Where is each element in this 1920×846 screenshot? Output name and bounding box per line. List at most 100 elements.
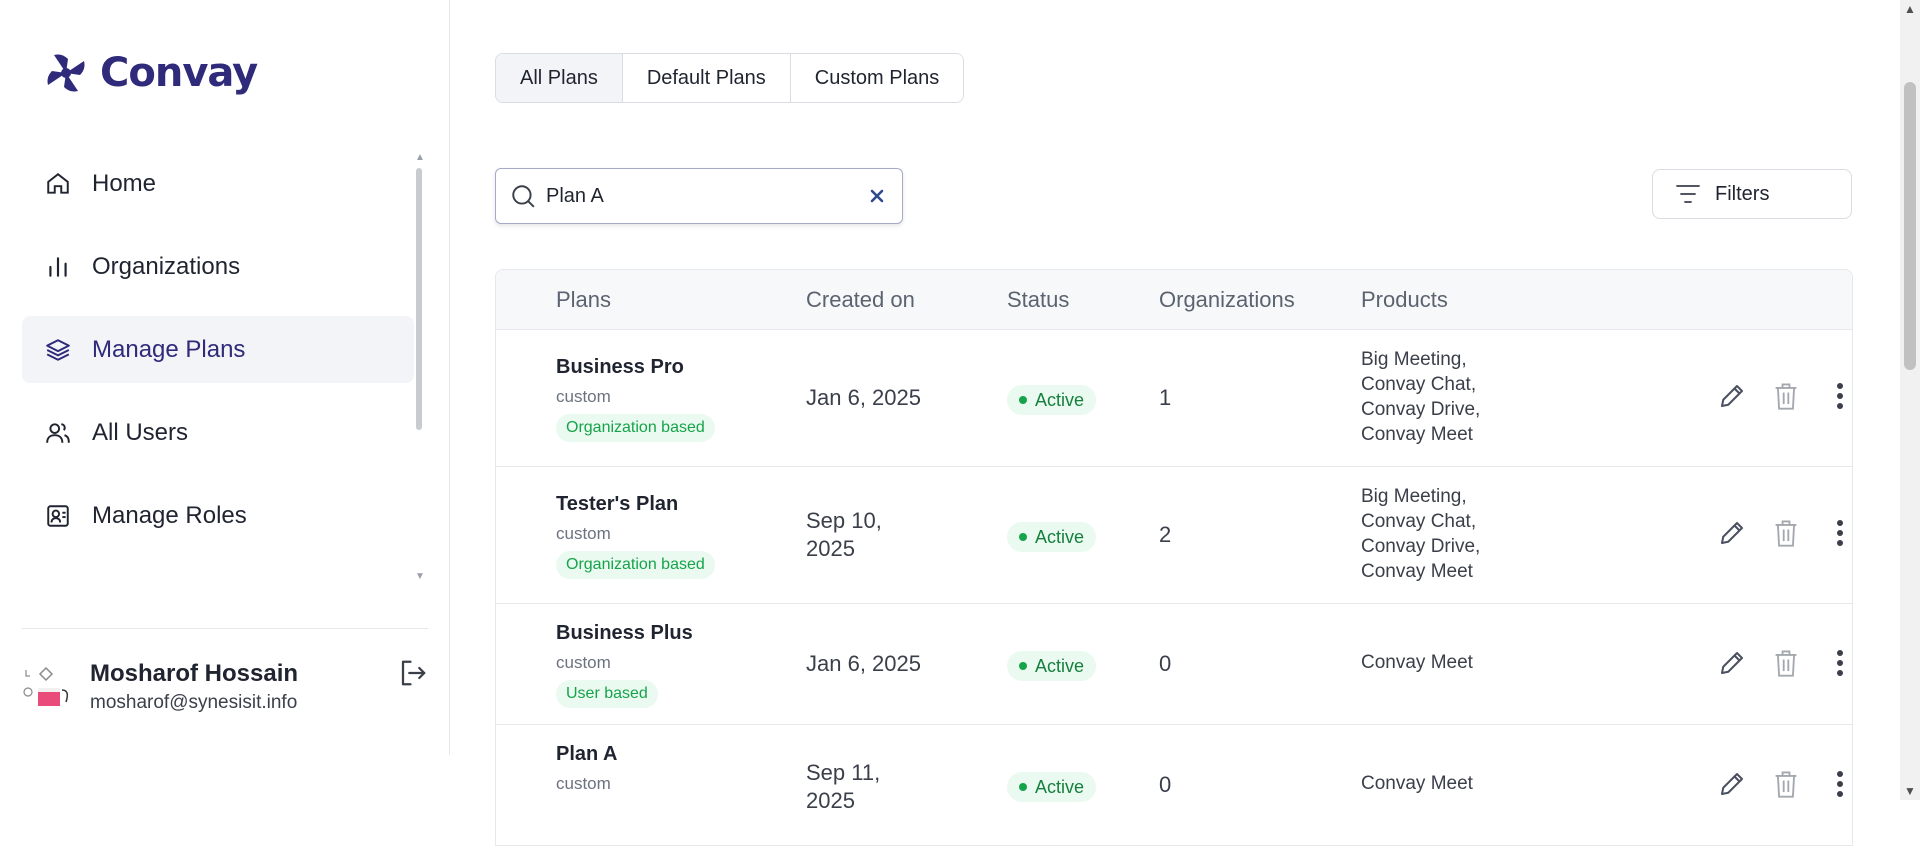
scroll-down-icon[interactable]: ▼ <box>415 571 425 582</box>
sidebar-item-organizations[interactable]: Organizations <box>22 233 414 300</box>
table-row[interactable]: Business Plus custom User based Jan 6, 2… <box>496 604 1852 725</box>
table-row[interactable]: Business Pro custom Organization based J… <box>496 330 1852 467</box>
convay-logo-icon <box>47 54 85 92</box>
trash-icon <box>1775 771 1797 798</box>
plan-name[interactable]: Business Plus <box>556 622 693 645</box>
main-content: All Plans Default Plans Custom Plans Fil… <box>450 0 1900 846</box>
filters-button[interactable]: Filters <box>1652 169 1852 219</box>
products-list: Big Meeting, Convay Chat, Convay Drive, … <box>1361 347 1480 447</box>
plan-name[interactable]: Plan A <box>556 743 618 766</box>
home-icon <box>44 170 72 198</box>
logout-icon <box>401 660 426 686</box>
column-header-status[interactable]: Status <box>1007 287 1069 313</box>
sidebar-item-manage-roles[interactable]: Manage Roles <box>22 482 414 549</box>
profile-email: mosharof@synesisit.info <box>90 692 298 713</box>
column-header-plans[interactable]: Plans <box>556 287 611 313</box>
created-date: Jan 6, 2025 <box>806 385 921 410</box>
created-date-line: 2025 <box>806 536 855 561</box>
product-item: Convay Meet <box>1361 773 1473 794</box>
avatar[interactable] <box>22 660 76 714</box>
logout-button[interactable] <box>398 658 428 688</box>
plans-table: Plans Created on Status Organizations Pr… <box>495 269 1853 846</box>
delete-button[interactable] <box>1770 380 1802 412</box>
status-label: Active <box>1035 526 1085 547</box>
column-header-created-on[interactable]: Created on <box>806 287 915 313</box>
column-header-products[interactable]: Products <box>1361 287 1448 313</box>
scroll-up-icon[interactable]: ▲ <box>415 152 425 163</box>
scrollbar-thumb[interactable] <box>416 168 422 430</box>
pencil-icon <box>1721 522 1743 544</box>
plan-type: custom <box>556 653 611 672</box>
delete-button[interactable] <box>1770 647 1802 679</box>
plan-name[interactable]: Business Pro <box>556 356 684 379</box>
plan-tabs: All Plans Default Plans Custom Plans <box>495 53 965 103</box>
delete-button[interactable] <box>1770 517 1802 549</box>
sidebar-item-all-users[interactable]: All Users <box>22 399 414 466</box>
status-badge: Active <box>1007 772 1097 802</box>
more-options-button[interactable] <box>1824 380 1852 412</box>
status-dot-icon <box>1019 783 1027 791</box>
table-row[interactable]: Tester's Plan custom Organization based … <box>496 467 1852 604</box>
delete-button[interactable] <box>1770 768 1802 800</box>
status-badge: Active <box>1007 651 1097 681</box>
row-actions <box>1716 647 1852 679</box>
clear-search-button[interactable] <box>866 185 888 207</box>
pencil-icon <box>1721 652 1743 674</box>
search-input[interactable] <box>546 184 866 208</box>
profile-text: Mosharof Hossain mosharof@synesisit.info <box>90 660 298 714</box>
plan-basis-badge: Organization based <box>556 414 715 442</box>
more-options-button[interactable] <box>1824 647 1852 679</box>
sidebar-item-label: Manage Plans <box>92 335 246 363</box>
product-item: Big Meeting, <box>1361 349 1467 370</box>
more-options-button[interactable] <box>1824 768 1852 800</box>
search-icon <box>512 185 535 208</box>
scroll-down-icon[interactable]: ▼ <box>1904 784 1916 798</box>
tab-custom-plans[interactable]: Custom Plans <box>790 54 964 102</box>
organizations-count: 2 <box>1159 522 1172 547</box>
kebab-menu-icon <box>1837 383 1843 409</box>
product-item: Convay Drive, <box>1361 536 1481 557</box>
plan-name[interactable]: Tester's Plan <box>556 493 678 516</box>
sidebar-item-label: Manage Roles <box>92 501 247 529</box>
tab-default-plans[interactable]: Default Plans <box>622 54 791 102</box>
filter-icon <box>1676 185 1700 203</box>
trash-icon <box>1775 520 1797 547</box>
product-item: Convay Meet <box>1361 424 1473 445</box>
scroll-up-icon[interactable]: ▲ <box>1904 2 1916 16</box>
plan-type: custom <box>556 524 611 543</box>
app-name: Convay <box>100 50 258 96</box>
product-item: Convay Chat, <box>1361 374 1477 395</box>
product-item: Big Meeting, <box>1361 486 1467 507</box>
app-logo[interactable]: Convay <box>44 50 258 96</box>
edit-button[interactable] <box>1716 380 1748 412</box>
edit-button[interactable] <box>1716 768 1748 800</box>
status-dot-icon <box>1019 662 1027 670</box>
scrollbar-thumb[interactable] <box>1904 82 1916 370</box>
product-item: Convay Drive, <box>1361 399 1481 420</box>
created-date: Sep 11, 2025 <box>806 759 880 815</box>
table-header: Plans Created on Status Organizations Pr… <box>496 270 1852 330</box>
edit-button[interactable] <box>1716 647 1748 679</box>
product-item: Convay Chat, <box>1361 511 1477 532</box>
column-header-organizations[interactable]: Organizations <box>1159 287 1295 313</box>
page-scrollbar[interactable]: ▲ ▼ <box>1900 0 1920 800</box>
status-badge: Active <box>1007 522 1097 552</box>
sidebar-item-label: Home <box>92 169 157 197</box>
status-label: Active <box>1035 655 1085 676</box>
product-item: Convay Meet <box>1361 561 1473 582</box>
table-row[interactable]: Plan A custom Sep 11, 2025 Active 0 Conv… <box>496 725 1852 845</box>
more-options-button[interactable] <box>1824 517 1852 549</box>
sidebar-item-manage-plans[interactable]: Manage Plans <box>22 316 414 383</box>
edit-button[interactable] <box>1716 517 1748 549</box>
created-date: Jan 6, 2025 <box>806 651 921 676</box>
tab-all-plans[interactable]: All Plans <box>496 54 623 102</box>
sidebar-item-home[interactable]: Home <box>22 150 414 217</box>
status-label: Active <box>1035 389 1085 410</box>
row-actions <box>1716 768 1852 800</box>
sidebar-scrollbar[interactable]: ▲ ▼ <box>414 152 425 582</box>
bar-chart-icon <box>44 253 72 281</box>
trash-icon <box>1775 383 1797 410</box>
profile-name: Mosharof Hossain <box>90 660 299 687</box>
created-date-line: Sep 11, <box>806 760 881 785</box>
product-item: Convay Meet <box>1361 652 1473 673</box>
